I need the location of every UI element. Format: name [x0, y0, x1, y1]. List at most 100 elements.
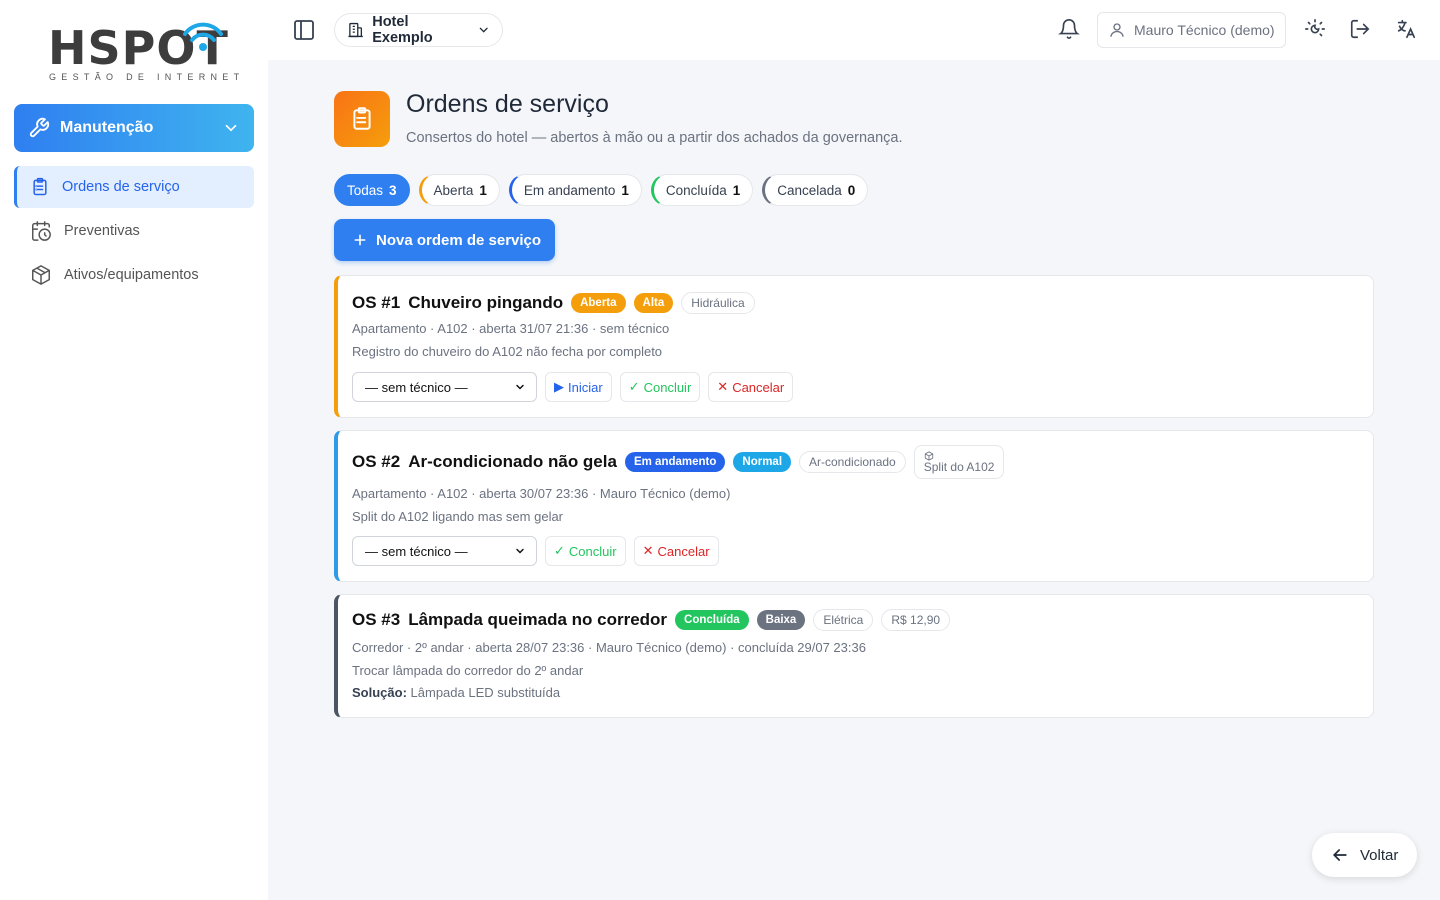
order-number: OS #1 [352, 293, 401, 312]
back-button[interactable]: Voltar [1312, 833, 1417, 877]
order-meta: Apartamento · A102 · aberta 31/07 21:36 … [352, 321, 670, 336]
asset-tag[interactable]: Split do A102 [913, 445, 1005, 479]
chevron-down-icon [479, 27, 488, 33]
cancel-label: Cancelar [732, 379, 785, 395]
solution-text: Lâmpada LED substituída [410, 685, 561, 700]
sidebar-item-ordens[interactable]: Ordens de serviço [14, 166, 254, 208]
card-header: OS #2 Ar-condicionado não gela Em andame… [352, 445, 1005, 479]
hspot-logo[interactable]: HSPOT GESTÃO DE INTERNET [48, 20, 239, 86]
new-service-order-button[interactable]: Nova ordem de serviço [334, 219, 555, 261]
solution-label: Solução: [352, 685, 407, 700]
filter-count: 1 [732, 182, 741, 198]
technician-select[interactable]: — sem técnico — [352, 372, 537, 402]
module-label: Manutenção [60, 119, 154, 136]
chevron-down-icon [516, 384, 524, 390]
order-meta: Apartamento · A102 · aberta 30/07 23:36 … [352, 486, 731, 501]
status-filters: Todas 3 Aberta 1 Em andamento 1 Concluída 1 … [334, 174, 869, 206]
user-name: Mauro Técnico (demo) [1134, 22, 1275, 38]
priority-badge: Baixa [756, 610, 806, 630]
chevron-down-icon [516, 548, 524, 554]
filter-count: 0 [847, 182, 856, 198]
order-description: Split do A102 ligando mas sem gelar [352, 509, 564, 524]
filter-em-andamento[interactable]: Em andamento 1 [508, 174, 642, 206]
cancel-button[interactable]: ✕ Cancelar [708, 372, 794, 402]
cancel-label: Cancelar [657, 543, 710, 559]
filter-count: 1 [479, 182, 487, 198]
wrench-icon [29, 117, 50, 138]
filter-label: Concluída [665, 182, 727, 198]
complete-button[interactable]: ✓ Concluir [619, 372, 701, 402]
service-order-card: OS #2 Ar-condicionado não gela Em andame… [334, 430, 1374, 582]
sidebar-item-ativos[interactable]: Ativos/equipamentos [14, 254, 254, 296]
logo-tagline: GESTÃO DE INTERNET [49, 72, 245, 82]
filter-count: 1 [621, 182, 629, 198]
asset-name: Split do A102 [923, 459, 995, 474]
wifi-icon [183, 22, 223, 51]
sidebar-item-label: Preventivas [64, 223, 140, 239]
order-actions: — sem técnico — ✓ Concluir ✕ Cancelar [352, 536, 719, 566]
filter-aberta[interactable]: Aberta 1 [418, 174, 500, 206]
card-header: OS #3 Lâmpada queimada no corredor Concl… [352, 609, 951, 631]
x-icon: ✕ [717, 379, 729, 394]
sidebar-item-preventivas[interactable]: Preventivas [14, 210, 254, 252]
order-title: Chuveiro pingando [408, 293, 564, 312]
logout-icon[interactable] [1349, 18, 1371, 40]
filter-label: Em andamento [523, 182, 616, 198]
status-badge: Concluída [675, 610, 749, 630]
complete-label: Concluir [568, 543, 617, 559]
hotel-selector[interactable]: Hotel Exemplo [334, 13, 503, 47]
package-icon [924, 450, 933, 461]
category-tag: Ar-condicionado [799, 451, 906, 473]
order-meta: Corredor · 2º andar · aberta 28/07 23:36… [352, 640, 866, 655]
category-tag: Hidráulica [681, 292, 755, 314]
theme-toggle-icon[interactable] [1304, 18, 1326, 40]
user-menu[interactable]: Mauro Técnico (demo) [1097, 12, 1286, 48]
status-badge: Aberta [571, 293, 626, 313]
filter-todas[interactable]: Todas 3 [334, 174, 410, 206]
topbar: Hotel Exemplo Mauro Técnico (demo) [268, 0, 1440, 60]
module-selector-manutencao[interactable]: Manutenção [14, 104, 254, 152]
building-icon [348, 22, 363, 38]
clipboard-list-icon [353, 107, 371, 130]
complete-button[interactable]: ✓ Concluir [545, 536, 626, 566]
order-actions: — sem técnico — ▶ Iniciar ✓ Concluir ✕ Canc… [352, 372, 794, 402]
check-icon: ✓ [554, 543, 565, 558]
filter-label: Aberta [433, 182, 474, 198]
translate-icon[interactable] [1395, 18, 1417, 40]
start-label: Iniciar [568, 379, 603, 395]
order-description: Trocar lâmpada do corredor do 2º andar [352, 663, 584, 678]
filter-label: Todas [347, 182, 384, 198]
bell-icon[interactable] [1058, 18, 1080, 40]
technician-select[interactable]: — sem técnico — [352, 536, 537, 566]
order-description: Registro do chuveiro do A102 não fecha p… [352, 344, 663, 359]
package-icon [32, 265, 50, 285]
sidebar-toggle-icon[interactable] [292, 18, 316, 42]
order-title: Lâmpada queimada no corredor [408, 610, 668, 629]
filter-cancelada[interactable]: Cancelada 0 [762, 174, 869, 206]
technician-value: — sem técnico — [365, 379, 468, 395]
status-badge: Em andamento [624, 452, 726, 472]
new-button-label: Nova ordem de serviço [376, 231, 542, 249]
page-header-icon [334, 91, 390, 147]
x-icon: ✕ [642, 543, 654, 558]
calendar-clock-icon [32, 221, 51, 241]
sidebar: HSPOT GESTÃO DE INTERNET Manutenção Orde… [0, 0, 268, 900]
order-title: Ar-condicionado não gela [408, 452, 617, 471]
page-subtitle: Consertos do hotel — abertos à mão ou a … [406, 130, 903, 146]
complete-label: Concluir [643, 379, 692, 395]
start-button[interactable]: ▶ Iniciar [545, 372, 612, 402]
priority-badge: Normal [733, 452, 792, 472]
clipboard-list-icon [33, 177, 47, 196]
sidebar-item-label: Ativos/equipamentos [64, 267, 199, 283]
hotel-name: Hotel Exemplo [372, 14, 433, 46]
cancel-button[interactable]: ✕ Cancelar [633, 536, 719, 566]
order-number: OS #3 [352, 610, 401, 629]
filter-concluida[interactable]: Concluída 1 [650, 174, 754, 206]
user-icon [1110, 23, 1124, 37]
check-icon: ✓ [628, 379, 640, 394]
order-number: OS #2 [352, 452, 401, 471]
category-tag: Elétrica [813, 609, 874, 631]
service-order-card: OS #3 Lâmpada queimada no corredor Concl… [334, 594, 1374, 718]
order-solution: Solução: Lâmpada LED substituída [352, 685, 560, 700]
filter-label: Cancelada [777, 182, 842, 198]
